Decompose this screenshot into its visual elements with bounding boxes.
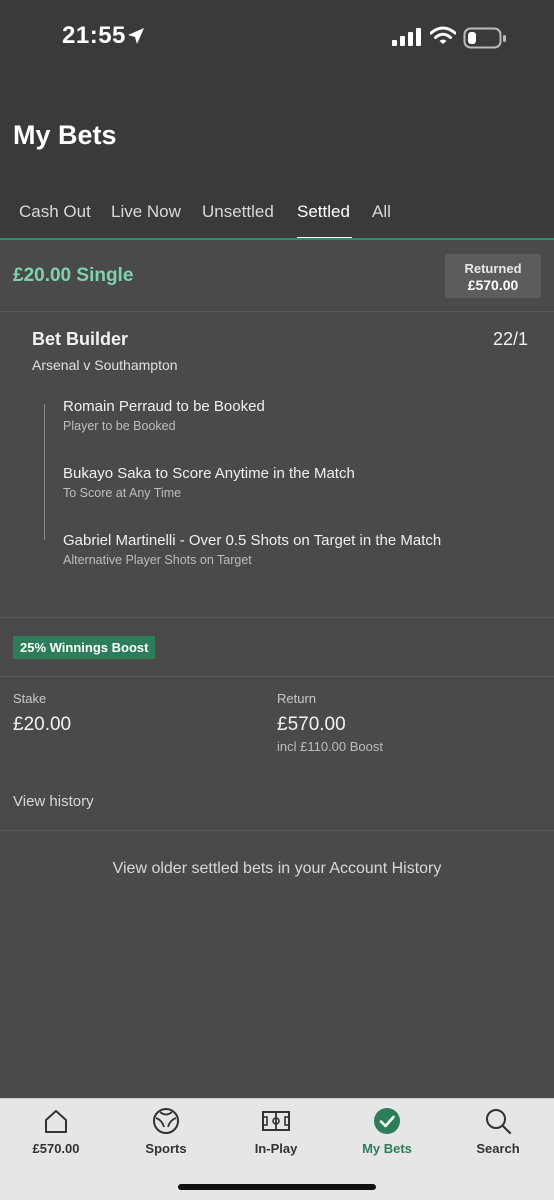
status-time: 21:55 <box>62 22 126 49</box>
wifi-icon <box>430 26 456 44</box>
nav-in-play-label: In-Play <box>254 1141 298 1156</box>
nav-balance-label: £570.00 <box>32 1141 80 1156</box>
stake-value: £20.00 <box>13 714 72 735</box>
settled-bets-list: £20.00 Single Returned £570.00 Bet Build… <box>0 240 554 1098</box>
returned-amount: £570.00 <box>467 277 519 293</box>
check-circle-icon <box>374 1108 400 1134</box>
leg-market: To Score at Any Time <box>63 486 182 500</box>
page-title: My Bets <box>13 120 117 150</box>
nav-in-play[interactable]: In-Play <box>221 1099 331 1169</box>
match-name: Arsenal v Southampton <box>32 357 178 373</box>
tab-settled[interactable]: Settled <box>297 202 350 222</box>
bet-leg: Gabriel Martinelli - Over 0.5 Shots on T… <box>63 532 441 567</box>
stake-label: Stake <box>13 691 47 706</box>
tab-cash-out[interactable]: Cash Out <box>19 202 91 222</box>
nav-balance[interactable]: £570.00 <box>1 1099 111 1169</box>
football-icon <box>153 1108 179 1134</box>
bet-leg: Bukayo Saka to Score Anytime in the Matc… <box>63 465 355 500</box>
nav-sports-label: Sports <box>145 1141 187 1156</box>
home-indicator[interactable] <box>178 1184 376 1190</box>
account-history-link[interactable]: View older settled bets in your Account … <box>0 860 554 878</box>
view-history-link[interactable]: View history <box>13 793 94 810</box>
nav-my-bets-label: My Bets <box>362 1141 412 1156</box>
nav-sports[interactable]: Sports <box>111 1099 221 1169</box>
winnings-boost-badge: 25% Winnings Boost <box>13 636 156 659</box>
home-icon <box>45 1110 67 1133</box>
divider <box>0 830 554 831</box>
leg-market: Player to be Booked <box>63 419 176 433</box>
bet-tabs: Cash Out Live Now Unsettled Settled All <box>0 192 554 240</box>
bet-title: £20.00 Single <box>13 265 134 286</box>
tab-unsettled[interactable]: Unsettled <box>202 202 274 222</box>
bet-card-header[interactable]: £20.00 Single Returned £570.00 <box>0 240 554 312</box>
return-boost-note: incl £110.00 Boost <box>277 739 383 754</box>
bet-builder-title: Bet Builder <box>32 329 129 349</box>
pitch-icon <box>262 1111 290 1131</box>
leg-selection: Bukayo Saka to Score Anytime in the Matc… <box>63 465 355 482</box>
leg-selection: Romain Perraud to be Booked <box>63 398 265 415</box>
bet-builder-section: Bet Builder 22/1 Arsenal v Southampton R… <box>0 312 554 618</box>
nav-my-bets[interactable]: My Bets <box>332 1099 442 1169</box>
return-label: Return <box>277 691 317 706</box>
tab-all[interactable]: All <box>372 202 391 222</box>
leg-selection: Gabriel Martinelli - Over 0.5 Shots on T… <box>63 532 442 549</box>
legs-connector-line <box>44 404 45 540</box>
divider <box>0 676 554 677</box>
nav-search[interactable]: Search <box>443 1099 553 1169</box>
returned-badge: Returned £570.00 <box>445 254 541 298</box>
header: My Bets Cash Out Live Now Unsettled Sett… <box>0 80 554 240</box>
leg-market: Alternative Player Shots on Target <box>63 553 252 567</box>
return-value: £570.00 <box>277 714 346 735</box>
bet-odds: 22/1 <box>492 329 528 349</box>
signal-icon <box>392 28 421 46</box>
status-bar: 21:55 <box>0 0 554 80</box>
tab-live-now[interactable]: Live Now <box>111 202 181 222</box>
returned-label: Returned <box>464 261 522 276</box>
battery-icon <box>463 27 506 49</box>
bet-leg: Romain Perraud to be Booked Player to be… <box>63 398 265 433</box>
location-arrow-icon <box>128 28 144 44</box>
search-icon <box>486 1109 512 1135</box>
nav-search-label: Search <box>476 1141 520 1156</box>
